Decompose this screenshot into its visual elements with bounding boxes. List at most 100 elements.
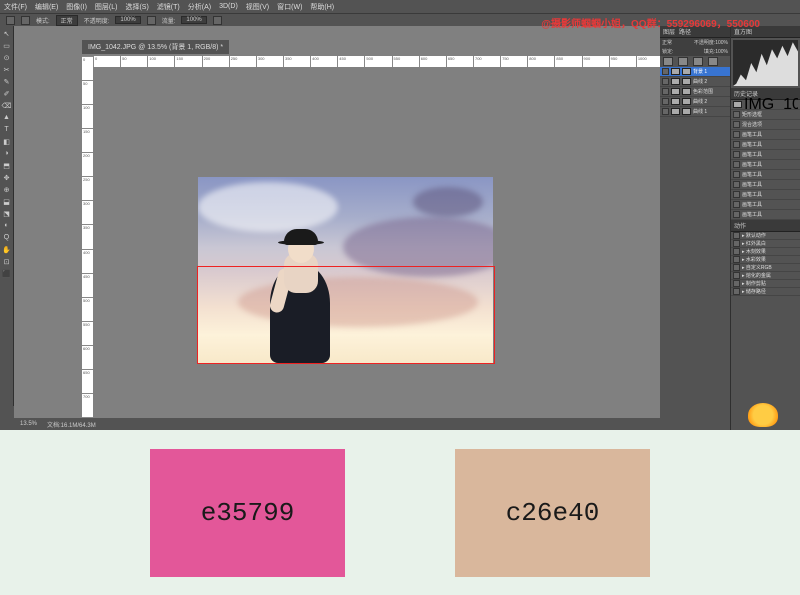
menu-select[interactable]: 选择(S): [125, 2, 148, 12]
zoom-level[interactable]: 13.5%: [20, 421, 37, 427]
hat-shape: [284, 229, 318, 245]
history-row[interactable]: 画笔工具: [731, 180, 800, 190]
tool-19[interactable]: ⊡: [1, 256, 12, 267]
tool-1[interactable]: ▭: [1, 40, 12, 51]
tool-11[interactable]: ⬒: [1, 160, 12, 171]
tool-16[interactable]: ◐: [1, 220, 12, 231]
history-row[interactable]: 画笔工具: [731, 170, 800, 180]
horizontal-ruler: 0501001502002503003504004505005506006507…: [93, 56, 663, 67]
menu-file[interactable]: 文件(F): [4, 2, 27, 12]
history-list: 矩形选框混合选项画笔工具画笔工具画笔工具画笔工具画笔工具画笔工具画笔工具画笔工具…: [731, 110, 800, 220]
tool-4[interactable]: ✎: [1, 76, 12, 87]
tool-13[interactable]: ⊕: [1, 184, 12, 195]
panels-dock: 图层 路径 正常 不透明度:100% 锁定: 填充:100% 背景 1曲线 2色…: [660, 26, 800, 430]
tool-preset-icon[interactable]: [6, 16, 15, 25]
tool-14[interactable]: ⬓: [1, 196, 12, 207]
canvas[interactable]: [93, 67, 663, 441]
history-row[interactable]: 画笔工具: [731, 210, 800, 220]
brush-preset-icon[interactable]: [21, 16, 30, 25]
tool-20[interactable]: ⬛: [1, 268, 12, 279]
menu-analysis[interactable]: 分析(A): [188, 2, 211, 12]
menu-help[interactable]: 帮助(H): [310, 2, 334, 12]
menu-image[interactable]: 图像(I): [66, 2, 87, 12]
layer-row[interactable]: 曲线 2: [660, 97, 730, 107]
visibility-icon[interactable]: [662, 88, 669, 95]
action-row[interactable]: ▸ 默认动作: [731, 232, 800, 240]
visibility-icon[interactable]: [662, 68, 669, 75]
history-row[interactable]: 画笔工具: [731, 160, 800, 170]
layer-row[interactable]: 色彩范围: [660, 87, 730, 97]
action-name: ▸ 制作剪贴: [742, 280, 766, 287]
fill-value[interactable]: 100%: [715, 49, 728, 55]
action-toggle-icon[interactable]: [733, 264, 740, 271]
tool-10[interactable]: ◑: [1, 148, 12, 159]
opacity-panel-value[interactable]: 100%: [715, 40, 728, 46]
action-toggle-icon[interactable]: [733, 240, 740, 247]
action-toggle-icon[interactable]: [733, 232, 740, 239]
action-row[interactable]: ▸ 储存路径: [731, 288, 800, 296]
layer-row[interactable]: 曲线 1: [660, 107, 730, 117]
history-row[interactable]: 画笔工具: [731, 200, 800, 210]
right-column: 直方图 历史记录 IMG_1042.JPG 矩形选框混合选项画笔工具画笔工具画笔…: [730, 26, 800, 430]
tool-6[interactable]: ⌫: [1, 100, 12, 111]
lock-all-icon[interactable]: [708, 57, 718, 66]
tool-2[interactable]: ⊙: [1, 52, 12, 63]
action-row[interactable]: ▸ 木刻效果: [731, 248, 800, 256]
history-row[interactable]: 画笔工具: [731, 150, 800, 160]
menu-3d[interactable]: 3D(D): [219, 3, 238, 10]
visibility-icon[interactable]: [662, 78, 669, 85]
action-toggle-icon[interactable]: [733, 280, 740, 287]
tool-9[interactable]: ◧: [1, 136, 12, 147]
pressure-opacity-icon[interactable]: [147, 16, 156, 25]
action-row[interactable]: ▸ 水彩效果: [731, 256, 800, 264]
airbrush-icon[interactable]: [213, 16, 222, 25]
history-row[interactable]: 画笔工具: [731, 130, 800, 140]
tool-5[interactable]: ✐: [1, 88, 12, 99]
tool-17[interactable]: Q: [1, 232, 12, 243]
opacity-input[interactable]: 100%: [115, 16, 140, 24]
lock-pixels-icon[interactable]: [678, 57, 688, 66]
tool-0[interactable]: ↖: [1, 28, 12, 39]
tool-12[interactable]: ✥: [1, 172, 12, 183]
visibility-icon[interactable]: [662, 108, 669, 115]
action-row[interactable]: ▸ 红外黑白: [731, 240, 800, 248]
action-toggle-icon[interactable]: [733, 248, 740, 255]
layer-row[interactable]: 背景 1: [660, 67, 730, 77]
menu-view[interactable]: 视图(V): [246, 2, 269, 12]
opacity-label: 不透明度:: [84, 16, 110, 25]
lock-transparent-icon[interactable]: [663, 57, 673, 66]
history-source-thumb[interactable]: [733, 101, 742, 108]
layer-row[interactable]: 曲线 2: [660, 77, 730, 87]
action-toggle-icon[interactable]: [733, 272, 740, 279]
menu-edit[interactable]: 编辑(E): [35, 2, 58, 12]
menu-layer[interactable]: 图层(L): [95, 2, 118, 12]
tool-7[interactable]: ▲: [1, 112, 12, 123]
document-tab[interactable]: IMG_1042.JPG @ 13.5% (背景 1, RGB/8) *: [82, 40, 229, 54]
tool-3[interactable]: ✂: [1, 64, 12, 75]
lock-position-icon[interactable]: [693, 57, 703, 66]
history-row[interactable]: 混合选项: [731, 120, 800, 130]
histogram: [733, 40, 798, 86]
tool-18[interactable]: ✋: [1, 244, 12, 255]
menu-window[interactable]: 窗口(W): [277, 2, 302, 12]
action-row[interactable]: ▸ 熔化的金属: [731, 272, 800, 280]
history-row[interactable]: 矩形选框: [731, 110, 800, 120]
flow-label: 流量:: [162, 16, 176, 25]
action-row[interactable]: ▸ 制作剪贴: [731, 280, 800, 288]
visibility-icon[interactable]: [662, 98, 669, 105]
blend-mode-dropdown[interactable]: 正常: [662, 39, 672, 46]
flow-input[interactable]: 100%: [181, 16, 206, 24]
mode-dropdown[interactable]: 正常: [56, 15, 78, 26]
action-toggle-icon[interactable]: [733, 256, 740, 263]
tab-actions[interactable]: 动作: [734, 221, 746, 230]
history-row[interactable]: 画笔工具: [731, 140, 800, 150]
history-step-icon: [733, 201, 740, 208]
history-row[interactable]: 画笔工具: [731, 190, 800, 200]
menu-filter[interactable]: 滤镜(T): [157, 2, 180, 12]
history-step-icon: [733, 191, 740, 198]
tool-15[interactable]: ⬔: [1, 208, 12, 219]
action-toggle-icon[interactable]: [733, 288, 740, 295]
tool-8[interactable]: T: [1, 124, 12, 135]
fill-label: 填充:: [704, 49, 715, 55]
action-row[interactable]: ▸ 自定义RGB: [731, 264, 800, 272]
